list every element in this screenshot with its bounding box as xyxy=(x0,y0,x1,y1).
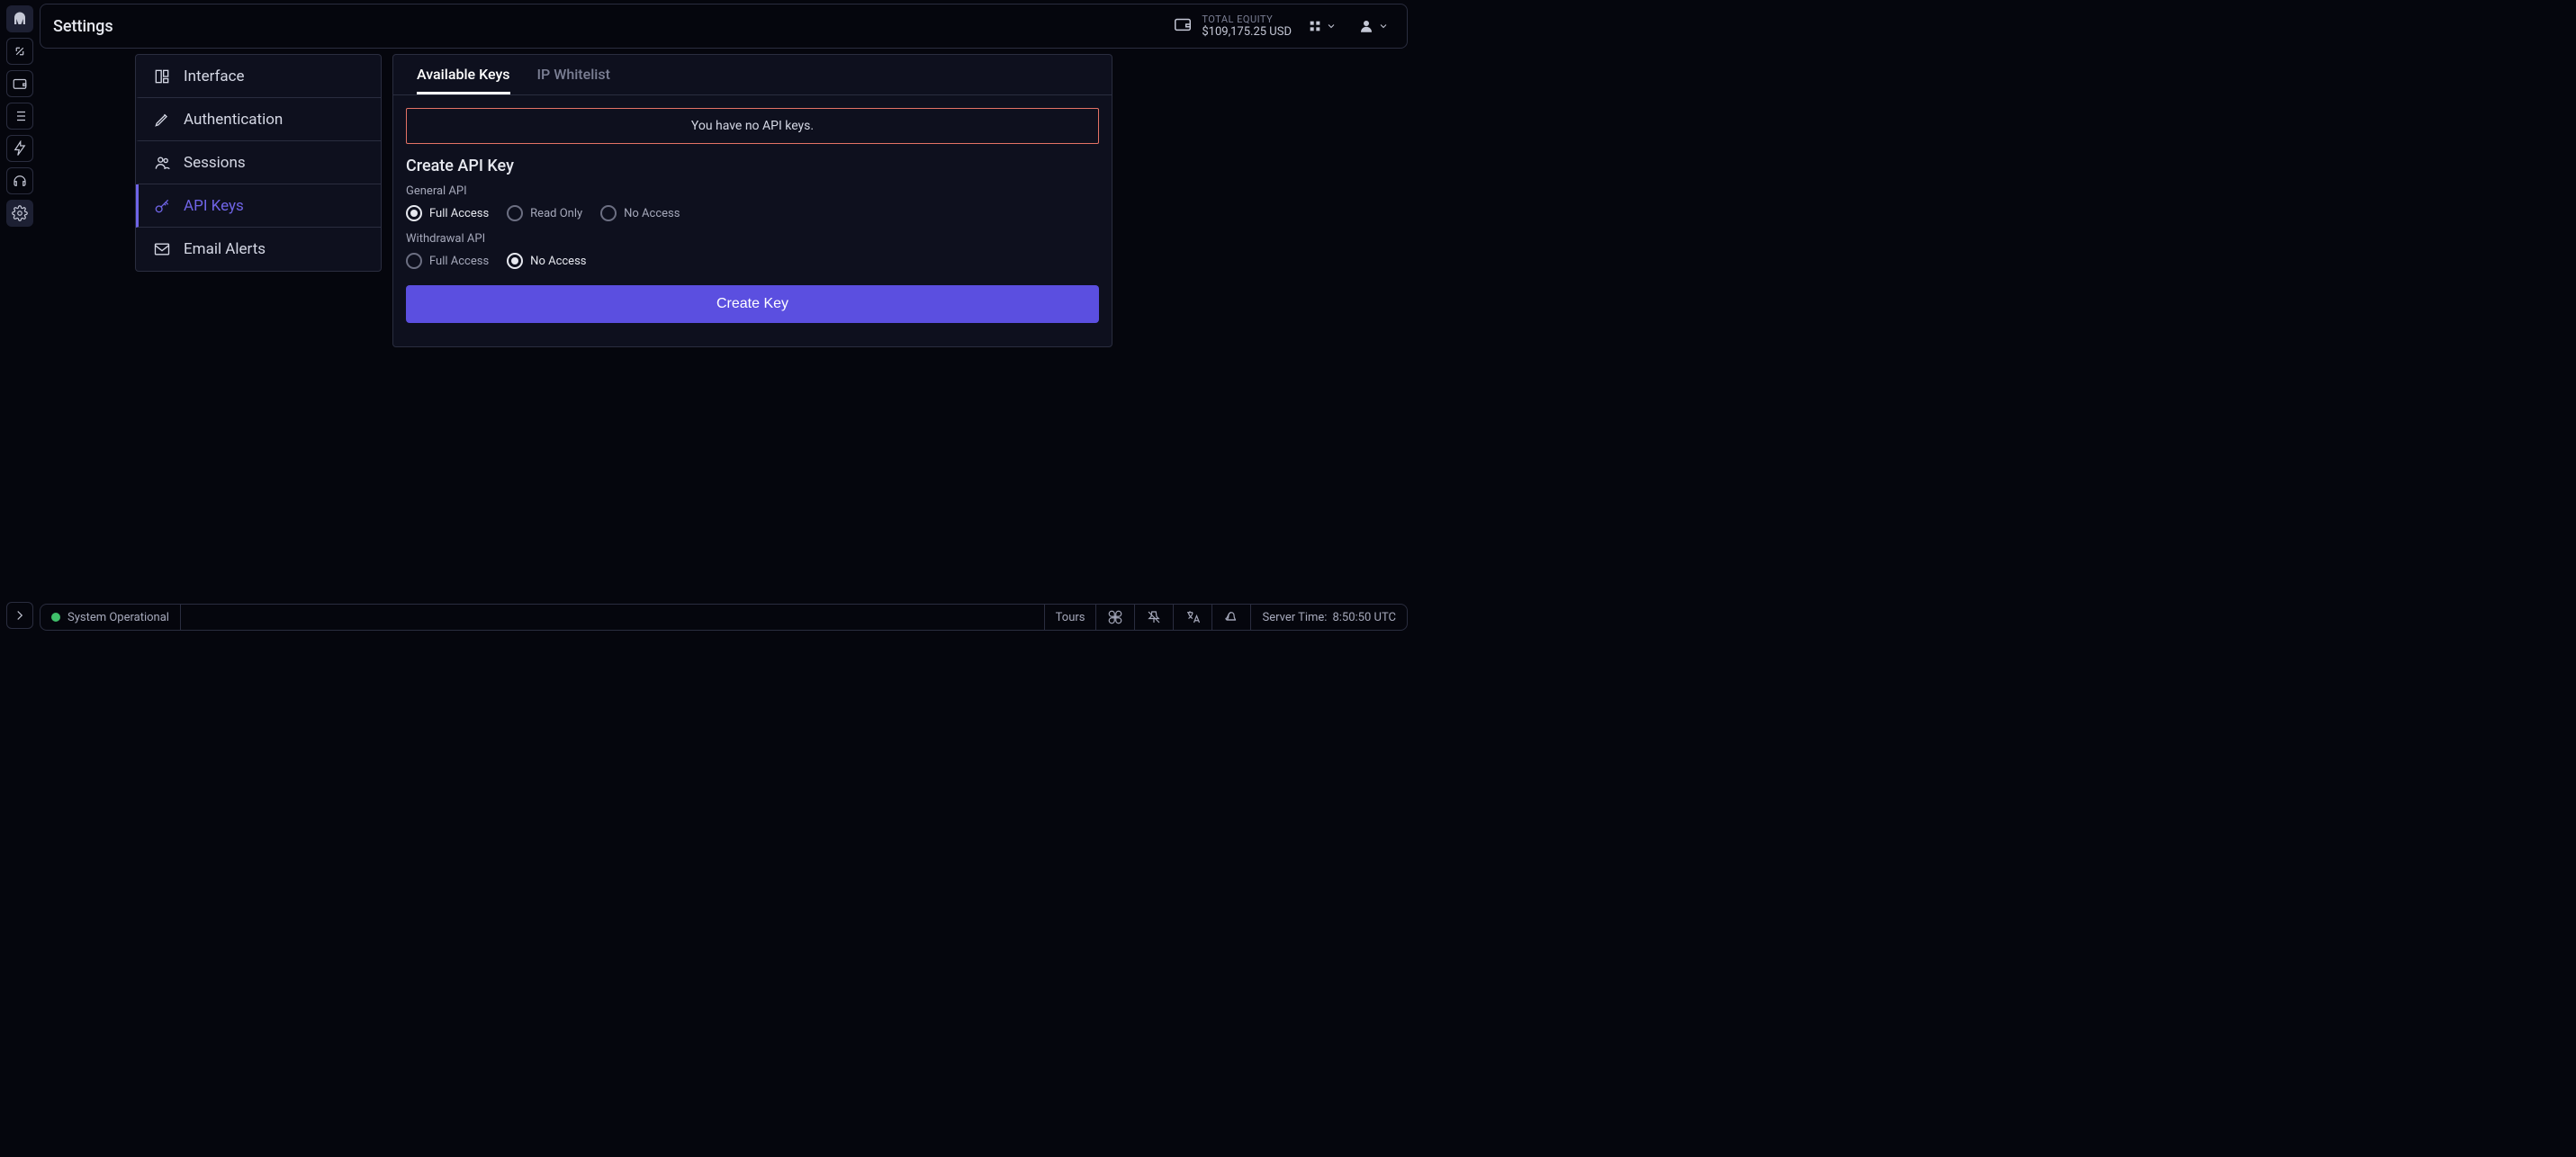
users-icon xyxy=(153,154,171,172)
chevron-down-icon xyxy=(1378,21,1389,31)
pin-off-icon xyxy=(1146,609,1162,625)
api-keys-panel: Available Keys IP Whitelist You have no … xyxy=(392,54,1112,347)
radio-withdrawal-full[interactable]: Full Access xyxy=(406,253,489,269)
status-dot-icon xyxy=(51,613,60,622)
radio-general-read[interactable]: Read Only xyxy=(507,205,582,221)
mail-icon xyxy=(153,240,171,258)
radio-label: Full Access xyxy=(429,255,489,268)
logo-icon[interactable] xyxy=(6,5,33,32)
general-api-label: General API xyxy=(406,184,1099,198)
nav-transfer-icon[interactable] xyxy=(6,38,33,65)
footer-bar: System Operational Tours Server Time: 8:… xyxy=(40,604,1408,631)
tab-available-keys[interactable]: Available Keys xyxy=(417,55,510,94)
main-column: Settings TOTAL EQUITY $109,175.25 USD In… xyxy=(40,0,1411,634)
sidebar-item-sessions[interactable]: Sessions xyxy=(136,141,381,184)
bell-icon xyxy=(1223,609,1239,625)
radio-withdrawal-none[interactable]: No Access xyxy=(507,253,586,269)
status-text: System Operational xyxy=(68,611,169,624)
radio-label: Full Access xyxy=(429,207,489,220)
radio-label: No Access xyxy=(624,207,680,220)
translate-icon xyxy=(1184,609,1201,625)
sidebar-item-label: Interface xyxy=(184,67,245,85)
footer-language[interactable] xyxy=(1173,605,1211,630)
radio-general-none[interactable]: No Access xyxy=(600,205,680,221)
server-time-label: Server Time: xyxy=(1262,611,1327,624)
sidebar-item-label: Authentication xyxy=(184,111,283,129)
wallet-icon xyxy=(1173,14,1193,38)
nav-list-icon[interactable] xyxy=(6,103,33,130)
user-icon xyxy=(1358,18,1374,34)
radio-label: No Access xyxy=(530,255,586,268)
layout-menu[interactable] xyxy=(1302,15,1342,37)
nav-expand-icon[interactable] xyxy=(6,602,33,629)
create-key-title: Create API Key xyxy=(406,157,1099,175)
nav-support-icon[interactable] xyxy=(6,167,33,194)
header-bar: Settings TOTAL EQUITY $109,175.25 USD xyxy=(40,4,1408,49)
equity-label: TOTAL EQUITY xyxy=(1202,13,1292,25)
footer-tours[interactable]: Tours xyxy=(1044,605,1096,630)
footer-server-time: Server Time: 8:50:50 UTC xyxy=(1250,605,1407,630)
general-api-radios: Full Access Read Only No Access xyxy=(406,205,1099,221)
footer-shortcuts[interactable] xyxy=(1095,605,1134,630)
server-time-value: 8:50:50 UTC xyxy=(1332,611,1396,624)
sidebar-item-email-alerts[interactable]: Email Alerts xyxy=(136,228,381,271)
pencil-icon xyxy=(153,111,171,129)
content-row: Interface Authentication Sessions API Ke… xyxy=(40,54,1408,598)
sidebar-item-interface[interactable]: Interface xyxy=(136,55,381,98)
no-keys-alert: You have no API keys. xyxy=(406,108,1099,144)
footer-notifications[interactable] xyxy=(1211,605,1250,630)
system-status[interactable]: System Operational xyxy=(41,605,181,630)
sidebar-item-api-keys[interactable]: API Keys xyxy=(136,184,381,228)
tab-ip-whitelist[interactable]: IP Whitelist xyxy=(537,55,610,94)
nav-wallet-icon[interactable] xyxy=(6,70,33,97)
create-key-button[interactable]: Create Key xyxy=(406,285,1099,323)
page-title: Settings xyxy=(53,17,1162,36)
chevron-down-icon xyxy=(1326,21,1337,31)
equity-value: $109,175.25 USD xyxy=(1202,25,1292,40)
key-icon xyxy=(153,197,171,215)
panel-tabs: Available Keys IP Whitelist xyxy=(393,55,1112,95)
sidebar-item-label: API Keys xyxy=(184,197,244,215)
user-menu[interactable] xyxy=(1353,14,1394,38)
withdrawal-api-label: Withdrawal API xyxy=(406,232,1099,246)
radio-label: Read Only xyxy=(530,207,582,220)
sidebar-item-label: Sessions xyxy=(184,154,246,172)
layout-icon xyxy=(153,67,171,85)
equity-block: TOTAL EQUITY $109,175.25 USD xyxy=(1173,13,1292,40)
sidebar-item-label: Email Alerts xyxy=(184,240,266,258)
sidebar-item-authentication[interactable]: Authentication xyxy=(136,98,381,141)
command-icon xyxy=(1107,609,1123,625)
nav-bolt-icon[interactable] xyxy=(6,135,33,162)
nav-settings-icon[interactable] xyxy=(6,200,33,227)
withdrawal-api-radios: Full Access No Access xyxy=(406,253,1099,269)
nav-rail xyxy=(0,0,40,634)
tours-label: Tours xyxy=(1056,611,1085,624)
footer-pin[interactable] xyxy=(1134,605,1173,630)
settings-sidebar: Interface Authentication Sessions API Ke… xyxy=(135,54,382,272)
radio-general-full[interactable]: Full Access xyxy=(406,205,489,221)
